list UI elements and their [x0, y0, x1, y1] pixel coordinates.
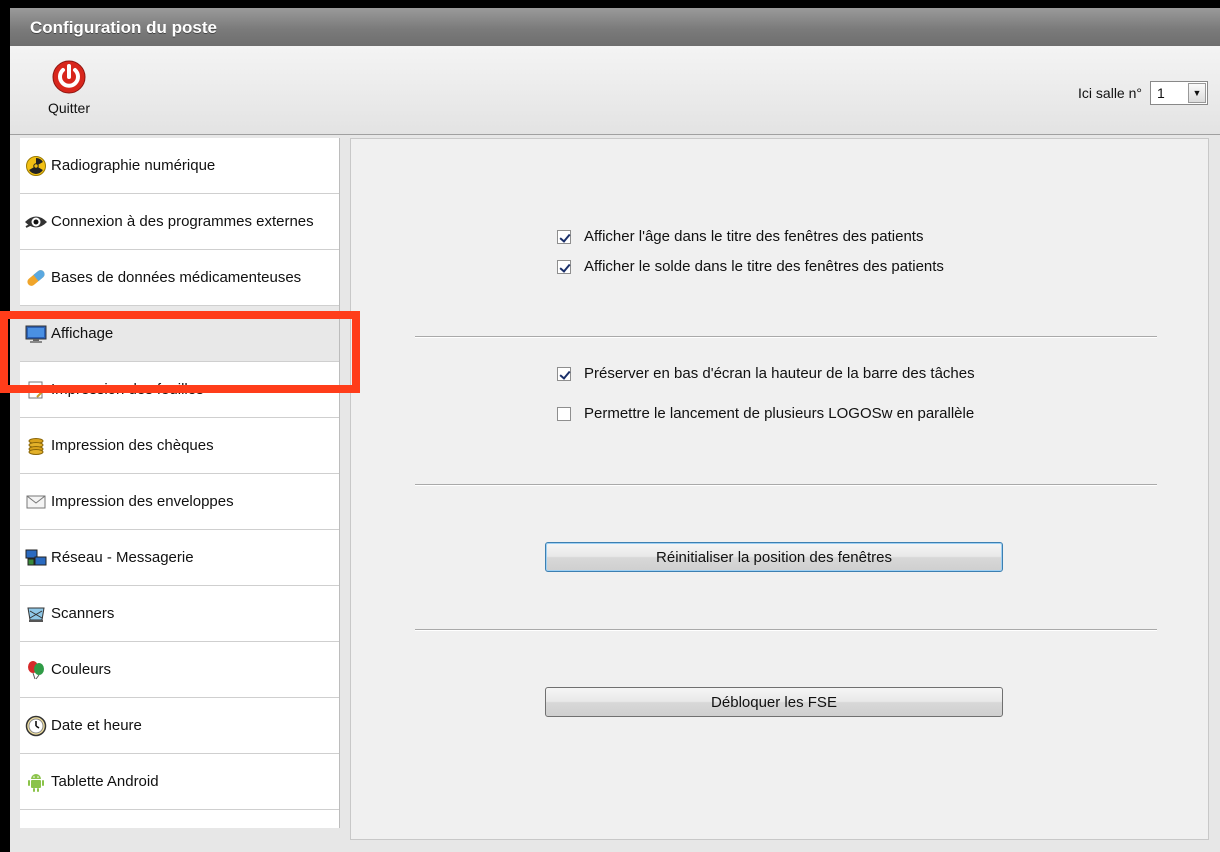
sidebar-item-date-heure[interactable]: Date et heure — [20, 698, 339, 754]
sidebar-item-label: Affichage — [51, 325, 114, 342]
checkbox-label: Afficher le solde dans le titre des fenê… — [584, 258, 944, 275]
separator — [415, 336, 1157, 338]
sidebar-item-label: Tablette Android — [51, 773, 159, 790]
scanner-icon — [24, 603, 48, 625]
window-title: Configuration du poste — [30, 18, 217, 37]
display-settings-panel: Afficher l'âge dans le titre des fenêtre… — [350, 138, 1209, 840]
checkbox-preserve-taskbar[interactable] — [557, 366, 571, 381]
checkbox-row-solde[interactable]: Afficher le solde dans le titre des fenê… — [557, 258, 944, 275]
checkbox-label: Afficher l'âge dans le titre des fenêtre… — [584, 228, 924, 245]
sidebar-item-connexion[interactable]: Connexion à des programmes externes — [20, 194, 339, 250]
toolbar: Quitter Ici salle n° 1 ▼ — [10, 46, 1220, 135]
sidebar-item-tablette[interactable]: Tablette Android — [20, 754, 339, 810]
cheque-icon — [24, 435, 48, 457]
reset-windows-button[interactable]: Réinitialiser la position des fenêtres — [545, 542, 1003, 572]
envelope-icon — [24, 491, 48, 513]
radiation-icon — [24, 155, 48, 177]
sidebar-item-impression-feuilles[interactable]: Impression des feuilles — [20, 362, 339, 418]
sidebar-item-label: Réseau - Messagerie — [51, 549, 194, 566]
checkbox-row-multiple[interactable]: Permettre le lancement de plusieurs LOGO… — [557, 405, 974, 422]
sidebar-item-affichage[interactable]: Affichage — [20, 306, 339, 362]
android-icon — [24, 771, 48, 793]
sidebar-item-reseau[interactable]: Réseau - Messagerie — [20, 530, 339, 586]
salle-selector: Ici salle n° 1 ▼ — [1078, 80, 1208, 106]
checkbox-show-balance[interactable] — [557, 259, 571, 274]
sidebar-item-label: Couleurs — [51, 661, 112, 678]
checkbox-multiple-instances[interactable] — [557, 406, 571, 421]
sidebar-item-radiographie[interactable]: Radiographie numérique — [20, 138, 339, 194]
quit-label: Quitter — [47, 100, 90, 116]
separator — [415, 629, 1157, 631]
network-icon — [24, 547, 48, 569]
chevron-down-icon[interactable]: ▼ — [1188, 83, 1206, 103]
checkbox-row-age[interactable]: Afficher l'âge dans le titre des fenêtre… — [557, 228, 923, 245]
checkbox-show-age[interactable] — [557, 229, 571, 244]
salle-label: Ici salle n° — [1078, 85, 1142, 101]
sidebar-item-label: Scanners — [51, 605, 115, 622]
sidebar-item-couleurs[interactable]: Couleurs — [20, 642, 339, 698]
document-icon — [24, 379, 48, 401]
title-bar: Configuration du poste — [10, 8, 1220, 46]
sidebar-item-label: Radiographie numérique — [51, 157, 216, 174]
sidebar-item-scanners[interactable]: Scanners — [20, 586, 339, 642]
salle-dropdown[interactable]: 1 ▼ — [1150, 81, 1208, 105]
clock-icon — [24, 715, 48, 737]
sidebar-item-label: Bases de données médicamenteuses — [51, 269, 302, 286]
salle-value: 1 — [1157, 85, 1165, 101]
sidebar-item-impression-cheques[interactable]: Impression des chèques — [20, 418, 339, 474]
monitor-icon — [24, 323, 48, 345]
sidebar-item-label: Connexion à des programmes externes — [51, 213, 314, 230]
sidebar-item-label: Impression des chèques — [51, 437, 214, 454]
checkbox-label: Préserver en bas d'écran la hauteur de l… — [584, 365, 975, 382]
pill-icon — [24, 267, 48, 289]
sidebar-item-impression-enveloppes[interactable]: Impression des enveloppes — [20, 474, 339, 530]
quit-button[interactable]: Quitter — [36, 60, 102, 130]
checkbox-label: Permettre le lancement de plusieurs LOGO… — [584, 405, 975, 422]
balloons-icon — [24, 659, 48, 681]
sidebar-item-bases[interactable]: Bases de données médicamenteuses — [20, 250, 339, 306]
sidebar-item-label: Impression des feuilles — [51, 381, 204, 398]
sidebar: Radiographie numérique Connexion à des p… — [20, 138, 340, 828]
unlock-fse-button[interactable]: Débloquer les FSE — [545, 687, 1003, 717]
separator — [415, 484, 1157, 486]
sidebar-item-label: Impression des enveloppes — [51, 493, 234, 510]
checkbox-row-taskbar[interactable]: Préserver en bas d'écran la hauteur de l… — [557, 365, 975, 382]
power-icon — [52, 60, 86, 94]
eye-icon — [24, 211, 48, 233]
sidebar-item-label: Date et heure — [51, 717, 142, 734]
